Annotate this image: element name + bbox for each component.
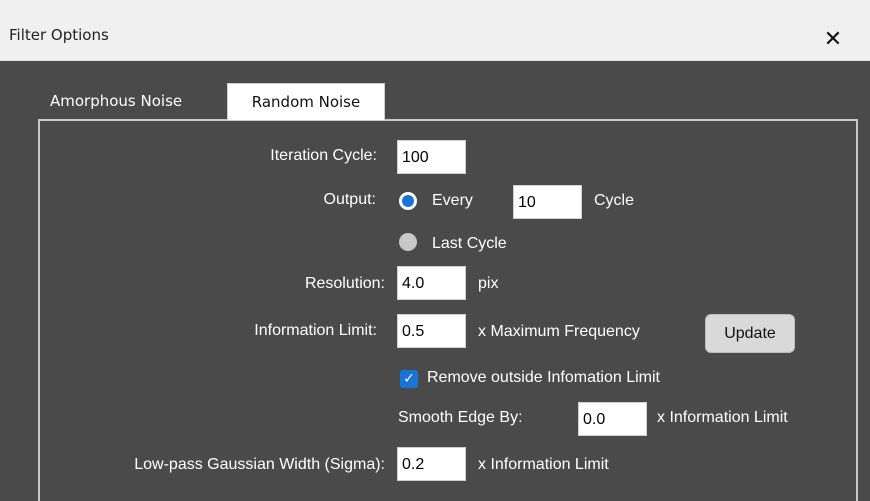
every-label: Every [432,192,473,209]
last-cycle-radio[interactable] [399,233,417,251]
every-radio[interactable] [399,192,417,210]
smooth-edge-suffix: x Information Limit [657,409,788,426]
remove-outside-label: Remove outside Infomation Limit [427,369,660,386]
information-limit-label: Information Limit: [254,322,377,339]
iteration-cycle-input[interactable]: 100 [397,140,466,174]
window-title: Filter Options [9,26,109,44]
smooth-edge-label: Smooth Edge By: [398,409,523,426]
lowpass-input[interactable]: 0.2 [397,447,466,481]
resolution-input[interactable]: 4.0 [397,266,466,300]
information-limit-suffix: x Maximum Frequency [478,323,640,340]
tab-amorphous-noise[interactable]: Amorphous Noise [46,85,230,117]
close-icon[interactable]: ✕ [821,28,845,52]
output-label: Output: [323,191,376,208]
smooth-edge-input[interactable]: 0.0 [578,402,647,436]
title-bar: Filter Options ✕ [0,0,870,61]
tab-random-noise[interactable]: Random Noise [227,83,385,120]
resolution-label: Resolution: [304,275,385,292]
every-cycle-input[interactable]: 10 [513,185,582,219]
cycle-suffix: Cycle [594,192,635,209]
lowpass-suffix: x Information Limit [478,456,609,473]
last-cycle-label: Last Cycle [432,235,507,252]
iteration-cycle-label: Iteration Cycle: [270,147,377,164]
resolution-unit: pix [478,275,499,292]
remove-outside-checkbox[interactable]: ✓ [400,370,418,388]
update-button[interactable]: Update [705,314,795,353]
lowpass-label: Low-pass Gaussian Width (Sigma): [134,456,385,473]
random-noise-panel [38,119,858,501]
information-limit-input[interactable]: 0.5 [397,314,466,348]
